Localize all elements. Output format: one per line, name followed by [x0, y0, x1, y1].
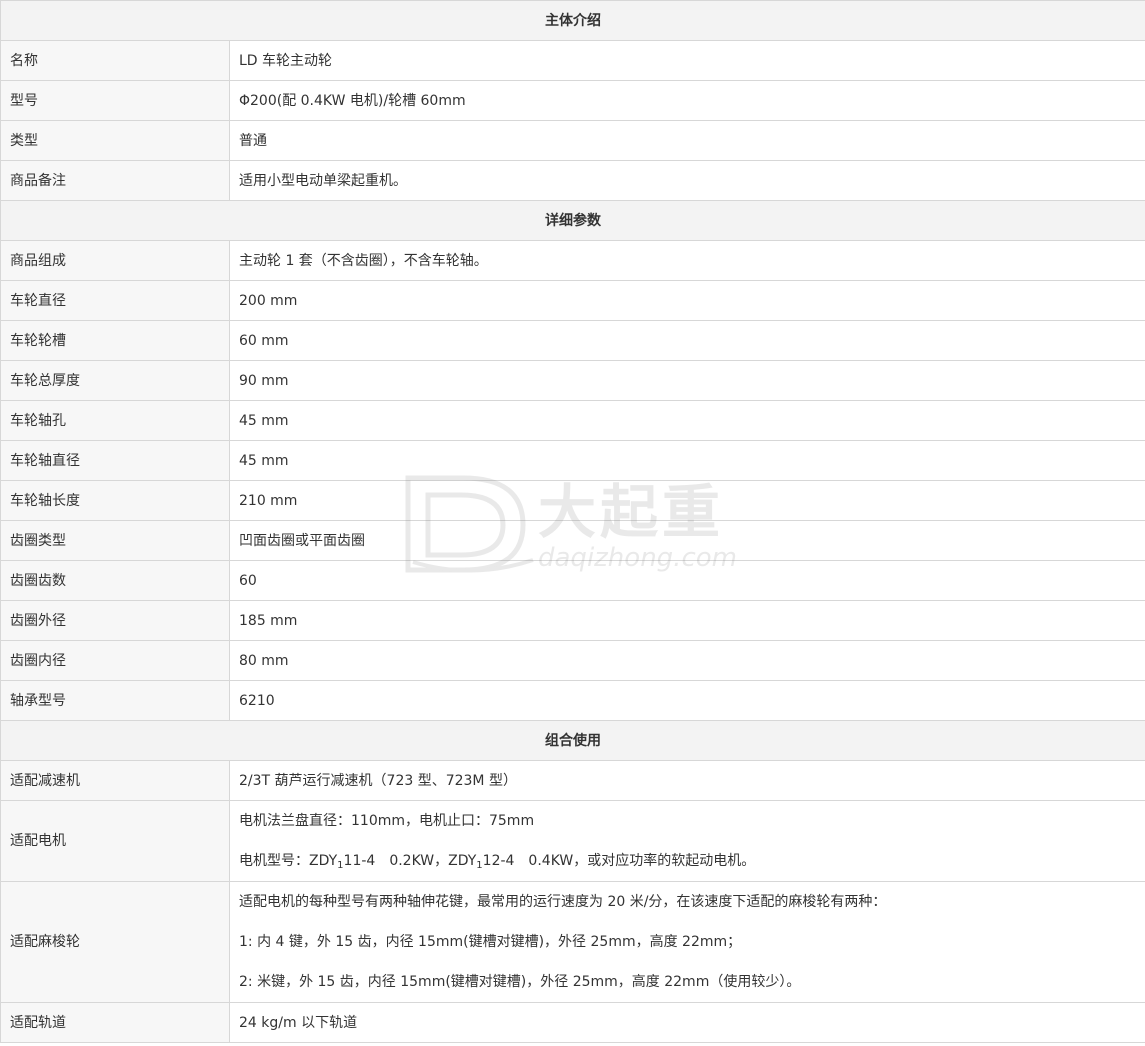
pinion-option-1: 1: 内 4 键，外 15 齿，内径 15mm(键槽对键槽)，外径 25mm，高… — [239, 934, 742, 950]
row-value: 2/3T 葫芦运行减速机（723 型、723M 型） — [229, 760, 1145, 801]
row-value: 200 mm — [229, 280, 1145, 321]
row-label: 车轮直径 — [0, 280, 230, 321]
row-label: 齿圈内径 — [0, 640, 230, 681]
section-title: 详细参数 — [0, 200, 1145, 241]
row-value: 24 kg/m 以下轨道 — [229, 1002, 1145, 1043]
motor-model-line: 电机型号：ZDY111-4 0.2KW，ZDY112-4 0.4KW，或对应功率… — [239, 841, 1145, 881]
row-value: 普通 — [229, 120, 1145, 161]
row-value: 90 mm — [229, 360, 1145, 401]
row-label: 类型 — [0, 120, 230, 161]
row-label: 适配麻梭轮 — [0, 881, 230, 1003]
spec-table: 主体介绍 名称 LD 车轮主动轮 型号 Φ200(配 0.4KW 电机)/轮槽 … — [0, 0, 1145, 1043]
table-row: 齿圈类型 凹面齿圈或平面齿圈 — [0, 520, 1145, 561]
section-title: 组合使用 — [0, 720, 1145, 761]
table-row: 商品组成 主动轮 1 套（不含齿圈），不含车轮轴。 — [0, 240, 1145, 281]
row-value-pinion: 适配电机的每种型号有两种轴伸花键，最常用的运行速度为 20 米/分，在该速度下适… — [229, 881, 1145, 1003]
table-row-reducer: 适配减速机 2/3T 葫芦运行减速机（723 型、723M 型） — [0, 760, 1145, 801]
row-value: 45 mm — [229, 440, 1145, 481]
table-row: 齿圈齿数 60 — [0, 560, 1145, 601]
row-value: 80 mm — [229, 640, 1145, 681]
table-row: 齿圈内径 80 mm — [0, 640, 1145, 681]
table-row: 车轮轴直径 45 mm — [0, 440, 1145, 481]
table-row-motor: 适配电机 电机法兰盘直径：110mm，电机止口：75mm 电机型号：ZDY111… — [0, 800, 1145, 882]
row-value: 60 — [229, 560, 1145, 601]
table-row: 类型 普通 — [0, 120, 1145, 161]
row-label: 车轮轴长度 — [0, 480, 230, 521]
motor-model-mid: 11-4 0.2KW，ZDY — [343, 853, 477, 869]
row-label: 车轮轴直径 — [0, 440, 230, 481]
table-row-pinion: 适配麻梭轮 适配电机的每种型号有两种轴伸花键，最常用的运行速度为 20 米/分，… — [0, 881, 1145, 1003]
row-label: 车轮轴孔 — [0, 400, 230, 441]
table-row: 型号 Φ200(配 0.4KW 电机)/轮槽 60mm — [0, 80, 1145, 121]
row-label: 型号 — [0, 80, 230, 121]
row-value: 45 mm — [229, 400, 1145, 441]
row-label: 名称 — [0, 40, 230, 81]
row-label: 车轮总厚度 — [0, 360, 230, 401]
table-row: 齿圈外径 185 mm — [0, 600, 1145, 641]
table-row: 车轮轴长度 210 mm — [0, 480, 1145, 521]
row-value: LD 车轮主动轮 — [229, 40, 1145, 81]
table-row: 车轮直径 200 mm — [0, 280, 1145, 321]
row-label: 适配减速机 — [0, 760, 230, 801]
motor-model-prefix: 电机型号：ZDY — [239, 853, 338, 869]
section-header-intro: 主体介绍 — [0, 0, 1145, 41]
table-row: 商品备注 适用小型电动单梁起重机。 — [0, 160, 1145, 201]
table-row: 车轮总厚度 90 mm — [0, 360, 1145, 401]
section-title: 主体介绍 — [0, 0, 1145, 41]
row-label: 齿圈外径 — [0, 600, 230, 641]
table-row: 名称 LD 车轮主动轮 — [0, 40, 1145, 81]
motor-model-suffix: 12-4 0.4KW，或对应功率的软起动电机。 — [482, 853, 756, 869]
row-value: 210 mm — [229, 480, 1145, 521]
section-header-params: 详细参数 — [0, 200, 1145, 241]
table-row-rail: 适配轨道 24 kg/m 以下轨道 — [0, 1002, 1145, 1043]
table-row: 轴承型号 6210 — [0, 680, 1145, 721]
row-value: 适用小型电动单梁起重机。 — [229, 160, 1145, 201]
row-value-motor: 电机法兰盘直径：110mm，电机止口：75mm 电机型号：ZDY111-4 0.… — [229, 800, 1145, 882]
row-label: 齿圈类型 — [0, 520, 230, 561]
row-label: 适配电机 — [0, 800, 230, 882]
pinion-option-2: 2: 米键，外 15 齿，内径 15mm(键槽对键槽)，外径 25mm，高度 2… — [239, 974, 801, 990]
pinion-intro-line: 适配电机的每种型号有两种轴伸花键，最常用的运行速度为 20 米/分，在该速度下适… — [239, 894, 887, 910]
row-label: 适配轨道 — [0, 1002, 230, 1043]
table-row: 车轮轴孔 45 mm — [0, 400, 1145, 441]
row-label: 轴承型号 — [0, 680, 230, 721]
section-header-combo: 组合使用 — [0, 720, 1145, 761]
row-value: 凹面齿圈或平面齿圈 — [229, 520, 1145, 561]
motor-flange-line: 电机法兰盘直径：110mm，电机止口：75mm — [239, 813, 535, 829]
table-row: 车轮轮槽 60 mm — [0, 320, 1145, 361]
row-label: 商品备注 — [0, 160, 230, 201]
row-label: 齿圈齿数 — [0, 560, 230, 601]
row-value: 主动轮 1 套（不含齿圈），不含车轮轴。 — [229, 240, 1145, 281]
row-value: 6210 — [229, 680, 1145, 721]
row-value: Φ200(配 0.4KW 电机)/轮槽 60mm — [229, 80, 1145, 121]
row-label: 车轮轮槽 — [0, 320, 230, 361]
row-label: 商品组成 — [0, 240, 230, 281]
row-value: 185 mm — [229, 600, 1145, 641]
row-value: 60 mm — [229, 320, 1145, 361]
